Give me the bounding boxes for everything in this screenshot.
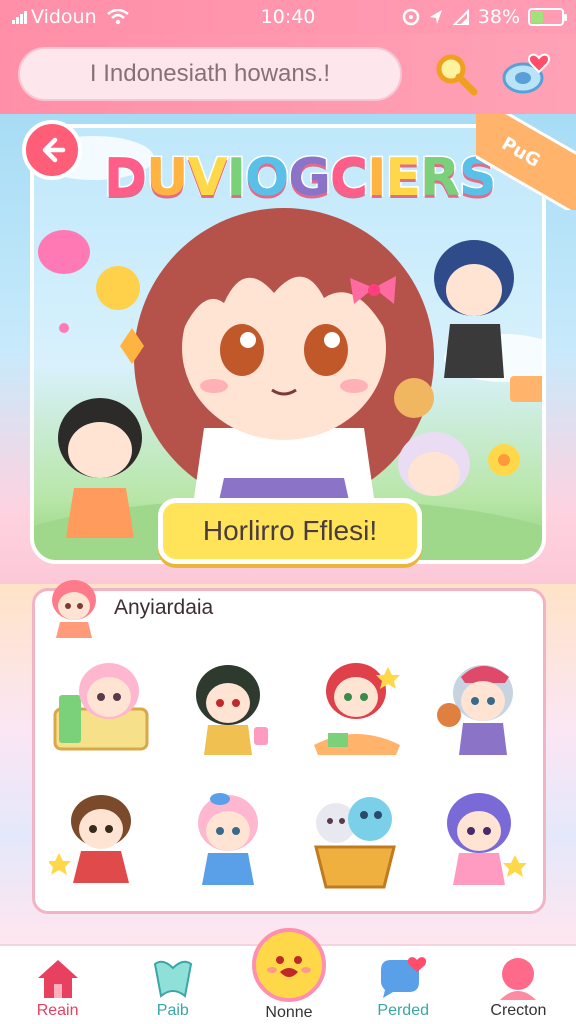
nav-item-bookmark[interactable]: Paib [115, 946, 230, 1024]
character-4-image [437, 665, 514, 755]
home-icon [37, 960, 78, 998]
favorite-button[interactable] [498, 47, 558, 101]
gallery-item-3[interactable] [295, 648, 415, 772]
gallery-item-4[interactable] [421, 648, 541, 772]
nav-center-label: Nonne [265, 1004, 313, 1021]
character-6-image [198, 793, 259, 885]
character-5-image [48, 795, 131, 883]
gallery-header: Anyiardaia [48, 578, 213, 638]
character-8-image [447, 793, 528, 885]
location-icon [429, 10, 442, 24]
hero-title-letter: G [287, 147, 333, 210]
wifi-icon [106, 9, 129, 25]
bookmark-icon [153, 960, 192, 998]
search-icon [436, 54, 478, 96]
gallery-item-5[interactable] [44, 778, 164, 902]
status-bar: Vidoun 10:40 38% [0, 0, 576, 34]
back-button[interactable] [22, 120, 82, 180]
hero-title-letter: C [328, 147, 369, 210]
hero-cta-button[interactable]: Horlirro Fflesi! [158, 498, 422, 564]
status-left: Vidoun [12, 6, 212, 28]
nav-item-chat[interactable]: Perded [346, 946, 461, 1024]
status-right: 38% [402, 6, 567, 28]
gallery-title: Anyiardaia [114, 596, 214, 619]
corner-ribbon[interactable]: PuG [476, 114, 576, 210]
hero-title-letter: R [418, 147, 461, 210]
gallery-item-7[interactable] [295, 778, 415, 902]
nav-item-profile[interactable]: Crecton [461, 946, 576, 1024]
ribbon-label: PuG [476, 114, 576, 210]
nav-item-home[interactable]: Reain [0, 946, 115, 1024]
hero-title-letter: E [384, 147, 422, 210]
character-1-image [53, 663, 149, 751]
battery-percent: 38% [477, 6, 520, 28]
hero-title-letter: U [145, 147, 190, 210]
cell-signal-icon [452, 9, 469, 25]
battery-icon [528, 8, 567, 26]
character-2-image [196, 665, 269, 755]
nav-label-bookmark: Paib [156, 1002, 189, 1019]
gallery-item-2[interactable] [170, 648, 290, 772]
hero-title-letter: O [244, 147, 291, 210]
hero-title: DUVIOGCIERS [102, 147, 498, 218]
heart-icon [502, 53, 550, 94]
character-7-image [313, 797, 396, 889]
nav-center-button[interactable] [252, 928, 326, 1002]
nav-label-home: Reain [36, 1002, 79, 1019]
nav-label-profile: Crecton [490, 1002, 547, 1019]
carrier-label: Vidoun [31, 6, 97, 28]
gallery-grid [44, 648, 540, 902]
alarm-icon [402, 8, 420, 26]
smiley-icon [267, 956, 311, 977]
search-button[interactable] [424, 47, 488, 101]
hero-title-letter: I [225, 147, 247, 210]
gallery-avatar-icon [52, 580, 96, 638]
character-3-image [313, 663, 400, 755]
hero-title-letter: I [366, 147, 388, 210]
gallery-item-1[interactable] [44, 648, 164, 772]
signal-icon [12, 10, 27, 24]
back-arrow-icon [42, 137, 66, 163]
hero-title-letter: D [102, 147, 148, 210]
profile-icon [500, 958, 537, 1000]
gallery-item-8[interactable] [421, 778, 541, 902]
app-header: I Indonesiath howans.! [0, 34, 576, 114]
battery-fill [531, 11, 544, 23]
hero-title-letter: V [186, 147, 229, 210]
gallery-item-6[interactable] [170, 778, 290, 902]
search-input[interactable]: I Indonesiath howans.! [18, 47, 402, 101]
nav-label-chat: Perded [377, 1002, 429, 1019]
chat-icon [381, 957, 427, 998]
